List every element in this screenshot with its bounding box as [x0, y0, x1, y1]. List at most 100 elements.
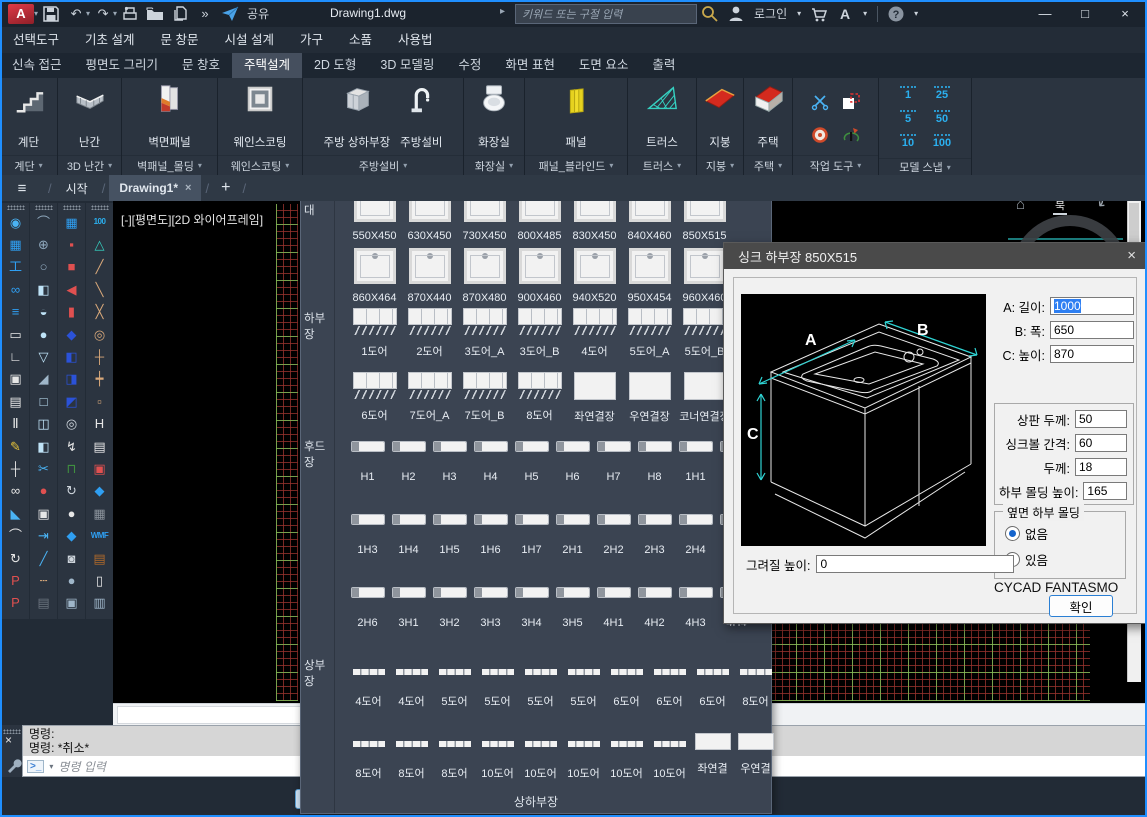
redo-icon-arrow[interactable]: ▾ — [113, 9, 117, 18]
snap-value-100[interactable]: 100 — [927, 134, 957, 158]
tool-icon[interactable]: ◀ — [58, 278, 85, 300]
menu-선택도구[interactable]: 선택도구 — [0, 27, 72, 53]
palette-item-3H5[interactable]: 3H5 — [552, 580, 593, 653]
tool-icon[interactable]: ▦ — [2, 233, 29, 255]
tool-icon[interactable]: ▣ — [2, 368, 29, 390]
palette-item-1H5[interactable]: 1H5 — [429, 507, 470, 580]
palette-item-5도어[interactable]: 5도어 — [433, 653, 476, 725]
palette-item-870X480[interactable]: 870X480 — [457, 244, 512, 306]
tool-icon[interactable]: ◨ — [58, 368, 85, 390]
palette-item-6도어[interactable]: 6도어 — [691, 653, 734, 725]
tool-icon[interactable]: ▽ — [30, 345, 57, 367]
panel-footer-웨인스코팅[interactable]: 웨인스코팅 — [218, 155, 302, 175]
palette-item-4도어[interactable]: 4도어 — [347, 653, 390, 725]
ribbon-tab-문 창호[interactable]: 문 창호 — [170, 53, 232, 78]
tool-icon[interactable]: ✂ — [30, 457, 57, 479]
login-dropdown-icon[interactable]: ▾ — [793, 2, 805, 26]
command-wrench-icon[interactable] — [4, 755, 24, 775]
ribbon-tab-주택설계[interactable]: 주택설계 — [232, 53, 302, 78]
tool-icon[interactable]: Ⅱ — [2, 413, 29, 435]
tool-icon[interactable]: ◎ — [58, 413, 85, 435]
rotate3d-icon[interactable] — [837, 120, 865, 150]
palette-item-3H1[interactable]: 3H1 — [388, 580, 429, 653]
ribbon-button-계단[interactable]: 계단 — [7, 81, 51, 151]
tool-icon[interactable]: ∟ — [2, 345, 29, 367]
tool-icon[interactable]: ▣ — [58, 592, 85, 614]
tool-icon[interactable]: ● — [30, 480, 57, 502]
command-prompt-arrow-icon[interactable]: ▾ — [49, 762, 53, 771]
command-prompt-icon[interactable]: >_ — [27, 760, 44, 773]
tool-icon[interactable]: ▤ — [86, 435, 113, 457]
app-store-dropdown-icon[interactable]: ▾ — [859, 2, 871, 26]
tool-icon[interactable]: ○ — [30, 256, 57, 278]
tool-icon[interactable]: ▫ — [86, 390, 113, 412]
tool-icon[interactable]: ▣ — [30, 502, 57, 524]
snap-value-50[interactable]: 50 — [927, 110, 957, 134]
menu-시설 설계[interactable]: 시설 설계 — [211, 27, 286, 53]
tool-icon[interactable]: ◧ — [30, 435, 57, 457]
search-icon[interactable] — [698, 2, 722, 26]
palette-item-10도어[interactable]: 10도어 — [519, 725, 562, 797]
panel-footer-작업 도구[interactable]: 작업 도구 — [793, 155, 878, 175]
palette-item-8도어[interactable]: 8도어 — [512, 370, 567, 434]
toolbar-overflow-icon[interactable]: » — [193, 2, 217, 26]
tool-icon[interactable]: ◢ — [30, 368, 57, 390]
tool-icon[interactable]: ▥ — [86, 592, 113, 614]
palette-item-H7[interactable]: H7 — [593, 434, 634, 507]
palette-item-860X464[interactable]: 860X464 — [347, 244, 402, 306]
ribbon-tab-3D 모델링[interactable]: 3D 모델링 — [368, 53, 446, 78]
tool-icon[interactable]: ▦ — [86, 502, 113, 524]
share-label[interactable]: 공유 — [243, 2, 273, 26]
tool-icon[interactable]: H — [86, 413, 113, 435]
menu-가구[interactable]: 가구 — [287, 27, 336, 53]
store-cart-icon[interactable] — [807, 2, 831, 26]
panel-footer-3D 난간[interactable]: 3D 난간 — [58, 155, 121, 175]
palette-item-H5[interactable]: H5 — [511, 434, 552, 507]
tool-icon[interactable]: ◙ — [58, 547, 85, 569]
dim-input-1[interactable]: 650 — [1050, 321, 1134, 339]
redo-icon[interactable]: ↷ — [91, 2, 115, 26]
tool-icon[interactable]: ◣ — [2, 502, 29, 524]
palette-item-H8[interactable]: H8 — [634, 434, 675, 507]
palette-item-1H1[interactable]: 1H1 — [675, 434, 716, 507]
param-input-0[interactable]: 50 — [1075, 410, 1127, 428]
tool-icon[interactable]: P — [2, 592, 29, 614]
palette-item-4도어[interactable]: 4도어 — [390, 653, 433, 725]
palette-item-1H3[interactable]: 1H3 — [347, 507, 388, 580]
tool-icon[interactable]: ● — [58, 502, 85, 524]
ribbon-tab-신속 접근[interactable]: 신속 접근 — [0, 53, 73, 78]
dim-input-0[interactable]: 1000 — [1050, 297, 1134, 315]
palette-item-3H2[interactable]: 3H2 — [429, 580, 470, 653]
dim-input-2[interactable]: 870 — [1050, 345, 1134, 363]
tool-icon[interactable]: ↻ — [2, 547, 29, 569]
param-input-1[interactable]: 60 — [1075, 434, 1127, 452]
tool-icon[interactable]: ∞ — [2, 480, 29, 502]
palette-item-2H2[interactable]: 2H2 — [593, 507, 634, 580]
ribbon-button-주택[interactable]: 주택 — [746, 81, 790, 151]
new-file-icon[interactable] — [168, 2, 192, 26]
palette-item-좌연결장[interactable]: 좌연결장 — [567, 370, 622, 434]
panel-footer-화장실[interactable]: 화장실 — [464, 155, 524, 175]
user-icon[interactable] — [724, 2, 748, 26]
palette-item-우연결[interactable]: 우연결 — [734, 725, 777, 797]
palette-item-4H1[interactable]: 4H1 — [593, 580, 634, 653]
palette-item-1H7[interactable]: 1H7 — [511, 507, 552, 580]
command-close-icon[interactable]: × — [5, 733, 12, 747]
palette-item-3H3[interactable]: 3H3 — [470, 580, 511, 653]
ribbon-button-웨인스코팅[interactable]: 웨인스코팅 — [229, 81, 292, 151]
tool-icon[interactable]: ◒ — [30, 301, 57, 323]
tool-icon[interactable]: ▤ — [86, 547, 113, 569]
tool-icon[interactable]: ╱ — [86, 256, 113, 278]
tool-icon[interactable]: ↻ — [58, 480, 85, 502]
help-icon[interactable]: ? — [884, 2, 908, 26]
save-icon[interactable] — [39, 2, 63, 26]
snap-value-10[interactable]: 10 — [893, 134, 923, 158]
app-menu-arrow-icon[interactable]: ▾ — [34, 9, 38, 18]
tab-close-icon[interactable]: × — [185, 182, 191, 194]
selbox-icon[interactable] — [837, 87, 865, 117]
panel-footer-모델 스냅[interactable]: 모델 스냅 — [879, 158, 971, 175]
palette-item-6도어[interactable]: 6도어 — [347, 370, 402, 434]
palette-item-10도어[interactable]: 10도어 — [648, 725, 691, 797]
menu-기초 설계[interactable]: 기초 설계 — [72, 27, 147, 53]
tool-icon[interactable]: 工 — [2, 256, 29, 278]
